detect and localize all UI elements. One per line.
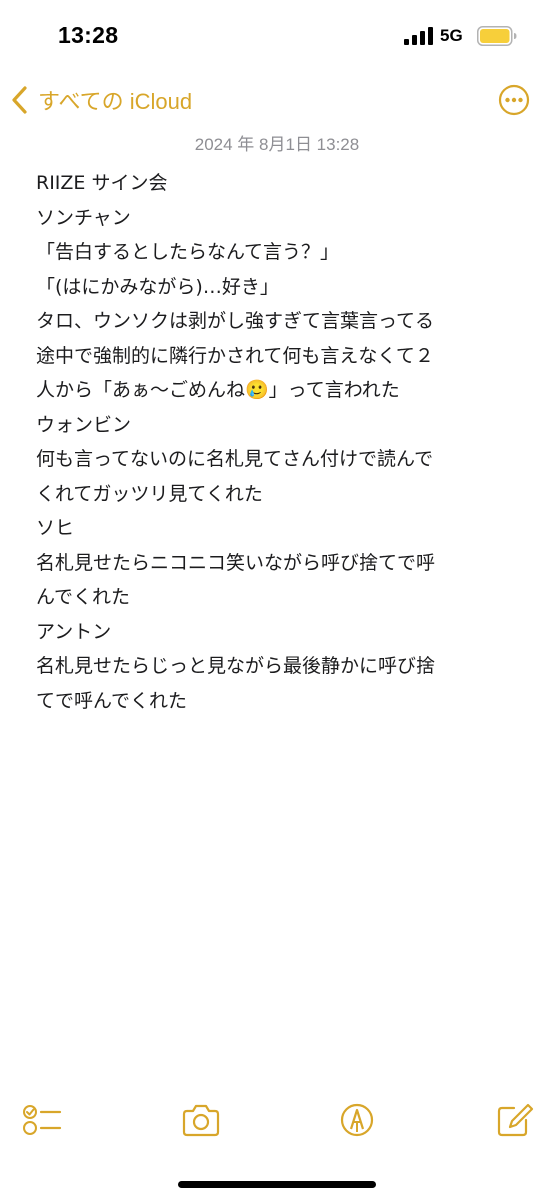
markup-button[interactable]	[337, 1102, 377, 1138]
note-line: 「(はにかみながら)…好き」	[36, 275, 279, 298]
back-button[interactable]: すべての iCloud	[10, 82, 192, 118]
status-bar: 13:28 5G	[0, 0, 554, 70]
network-type: 5G	[440, 26, 463, 45]
note-line: 途中で強制的に隣行かされて何も言えなくて２	[36, 344, 434, 367]
note-line: RIIZE サイン会	[36, 172, 168, 194]
battery-icon	[477, 26, 517, 46]
note-line: 人から「あぁ〜ごめんね🥲」って言われた	[36, 379, 400, 401]
back-label: すべての iCloud	[38, 89, 193, 114]
note-date: 2024 年 8月1日 13:28	[194, 135, 360, 154]
note-line: タロ、ウンソクは剥がし強すぎて言葉言ってる	[36, 310, 435, 332]
note-line: くれてガッツリ見てくれた	[36, 482, 263, 505]
chevron-left-icon	[12, 86, 27, 114]
ellipsis-circle-icon[interactable]	[498, 84, 530, 116]
compose-button[interactable]	[494, 1102, 534, 1138]
nav-bar: すべての iCloud	[0, 78, 554, 122]
note-body[interactable]: RIIZE サイン会 ソンチャン 「告白するとしたらなんて言う？」 「(はにかみ…	[36, 166, 522, 718]
markup-icon	[340, 1103, 374, 1137]
note-line: 名札見せたらじっと見ながら最後静かに呼び捨	[36, 655, 436, 677]
checklist-icon	[23, 1105, 62, 1135]
note-line: アントン	[36, 620, 112, 643]
notes-screen: 13:28 5G すべての iCloud 2024 年 8月1日 13:28 R…	[0, 0, 554, 1200]
home-indicator	[178, 1181, 376, 1188]
camera-button[interactable]	[181, 1102, 221, 1138]
note-line: 「告白するとしたらなんて言う？」	[36, 241, 340, 263]
cellular-signal-icon	[404, 27, 433, 45]
note-line: 何も言ってないのに名札見てさん付けで読んで	[36, 448, 434, 470]
note-line: ウォンビン	[36, 413, 132, 436]
note-line: ソヒ	[36, 517, 75, 539]
checklist-button[interactable]	[22, 1102, 62, 1138]
compose-icon	[497, 1103, 534, 1137]
note-line: てで呼んでくれた	[36, 689, 188, 712]
note-line: ソンチャン	[36, 206, 131, 229]
status-time: 13:28	[58, 22, 119, 48]
note-line: んでくれた	[36, 586, 131, 608]
bottom-toolbar	[0, 1096, 554, 1146]
note-line: 名札見せたらニコニコ笑いながら呼び捨てで呼	[36, 551, 436, 574]
camera-icon	[182, 1104, 220, 1137]
